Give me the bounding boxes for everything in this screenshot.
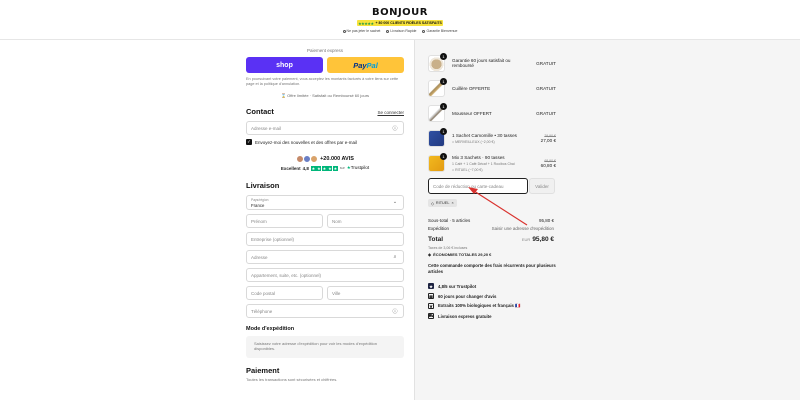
- arrow-shaft: [473, 190, 528, 226]
- annotation-arrow: [468, 187, 528, 226]
